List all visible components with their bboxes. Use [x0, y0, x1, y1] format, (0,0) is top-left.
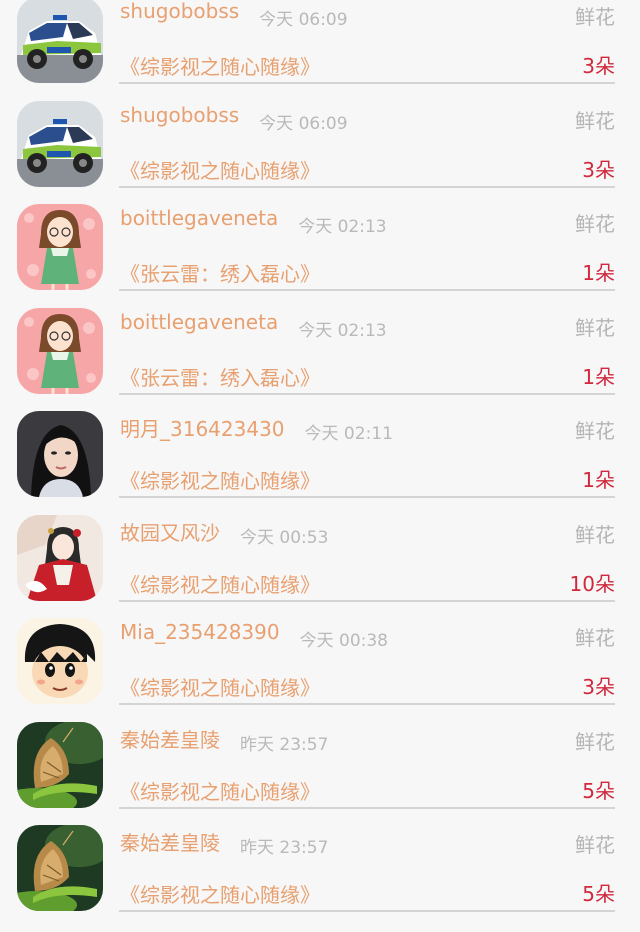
butterfly-avatar-icon[interactable]: [17, 721, 103, 808]
cartoon-girl-avatar-icon[interactable]: [17, 204, 103, 290]
book-title-link[interactable]: 《综影视之随心随缘》: [120, 569, 320, 598]
row-divider: [119, 599, 615, 602]
book-title-link[interactable]: 《综影视之随心随缘》: [120, 776, 320, 805]
book-title-link[interactable]: 《综影视之随心随缘》: [120, 51, 320, 80]
book-title-link[interactable]: 《综影视之随心随缘》: [120, 879, 320, 908]
costume-girl-avatar-icon[interactable]: [17, 514, 103, 601]
user-name[interactable]: 明月_316423430: [120, 413, 285, 442]
gift-time: 今天 00:38: [299, 631, 388, 651]
row-divider: [119, 82, 615, 84]
list-item[interactable]: 秦始差皇陵 昨天 23:57 鲜花《综影视之随心随缘》 5朵: [0, 721, 640, 829]
gift-time: 昨天 23:57: [240, 838, 329, 858]
user-name[interactable]: boittlegaveneta: [120, 310, 278, 334]
gift-type-label: 鲜花: [575, 522, 615, 547]
rally-car-avatar-icon[interactable]: [17, 100, 103, 187]
gift-time: 今天 00:53: [240, 527, 329, 548]
gift-type-label: 鲜花: [575, 729, 615, 754]
gift-amount: 5朵: [582, 778, 615, 803]
gift-amount: 3朵: [582, 675, 615, 699]
cartoon-girl-avatar-icon[interactable]: [17, 307, 103, 394]
gift-amount: 1朵: [582, 364, 615, 389]
row-divider: [119, 806, 615, 809]
list-item[interactable]: shugobobss 今天 06:09 鲜花《综影视之随心随缘》 3朵: [0, 100, 640, 208]
gift-type-label: 鲜花: [575, 108, 615, 133]
book-title-link[interactable]: 《综影视之随心随缘》: [120, 465, 320, 494]
user-name[interactable]: shugobobss: [120, 103, 239, 127]
gift-time: 今天 02:13: [298, 320, 387, 341]
gift-time: 今天 06:09: [259, 113, 348, 134]
anime-boy-avatar-icon[interactable]: [17, 618, 103, 704]
gift-amount: 3朵: [582, 54, 615, 78]
user-name[interactable]: 秦始差皇陵: [120, 724, 220, 753]
book-title-link[interactable]: 《综影视之随心随缘》: [120, 155, 320, 184]
gift-record-list: shugobobss 今天 06:09 鲜花 《综影视之随心随缘》 3朵 shugobob…: [0, 0, 640, 912]
gift-time: 今天 02:13: [298, 217, 387, 237]
gift-amount: 1朵: [582, 468, 615, 492]
row-divider: [119, 185, 615, 188]
row-divider: [119, 392, 615, 395]
girl-portrait-avatar-icon[interactable]: [17, 411, 103, 497]
list-item[interactable]: 明月_316423430 今天 02:11 鲜花《综影视之随心随缘》 1朵: [0, 411, 640, 518]
list-item[interactable]: 故园又风沙 今天 00:53 鲜花《综影视之随心随缘》 10朵: [0, 514, 640, 622]
list-item[interactable]: boittlegaveneta 今天 02:13 鲜花《张云雷：绣入磊心》 1朵: [0, 307, 640, 415]
gift-amount: 10朵: [569, 571, 615, 596]
gift-type-label: 鲜花: [575, 626, 615, 650]
gift-amount: 1朵: [582, 261, 615, 285]
gift-type-label: 鲜花: [575, 419, 615, 443]
row-divider: [119, 289, 615, 291]
row-divider: [119, 496, 615, 498]
rally-car-avatar-icon[interactable]: [17, 0, 103, 83]
gift-type-label: 鲜花: [575, 833, 615, 857]
user-name[interactable]: Mia_235428390: [120, 620, 280, 644]
gift-amount: 5朵: [582, 882, 615, 906]
list-item[interactable]: boittlegaveneta 今天 02:13 鲜花《张云雷：绣入磊心》 1朵: [0, 204, 640, 311]
book-title-link[interactable]: 《张云雷：绣入磊心》: [120, 258, 320, 287]
gift-amount: 3朵: [582, 157, 615, 182]
gift-time: 今天 02:11: [304, 424, 393, 444]
user-name[interactable]: 秦始差皇陵: [120, 827, 220, 856]
row-divider: [119, 910, 615, 912]
gift-type-label: 鲜花: [575, 212, 615, 236]
user-name[interactable]: shugobobss: [120, 0, 239, 23]
list-item[interactable]: Mia_235428390 今天 00:38 鲜花《综影视之随心随缘》 3朵: [0, 618, 640, 725]
book-title-link[interactable]: 《综影视之随心随缘》: [120, 672, 320, 701]
row-divider: [119, 703, 615, 705]
butterfly-avatar-icon[interactable]: [17, 825, 103, 911]
user-name[interactable]: boittlegaveneta: [120, 206, 278, 230]
gift-type-label: 鲜花: [575, 5, 615, 29]
gift-type-label: 鲜花: [575, 315, 615, 340]
user-name[interactable]: 故园又风沙: [120, 517, 220, 546]
book-title-link[interactable]: 《张云雷：绣入磊心》: [120, 362, 320, 391]
list-item[interactable]: 秦始差皇陵 昨天 23:57 鲜花《综影视之随心随缘》 5朵: [0, 825, 640, 932]
list-item[interactable]: shugobobss 今天 06:09 鲜花《综影视之随心随缘》 3朵: [0, 0, 640, 104]
gift-time: 今天 06:09: [259, 10, 348, 30]
gift-time: 昨天 23:57: [240, 734, 329, 755]
